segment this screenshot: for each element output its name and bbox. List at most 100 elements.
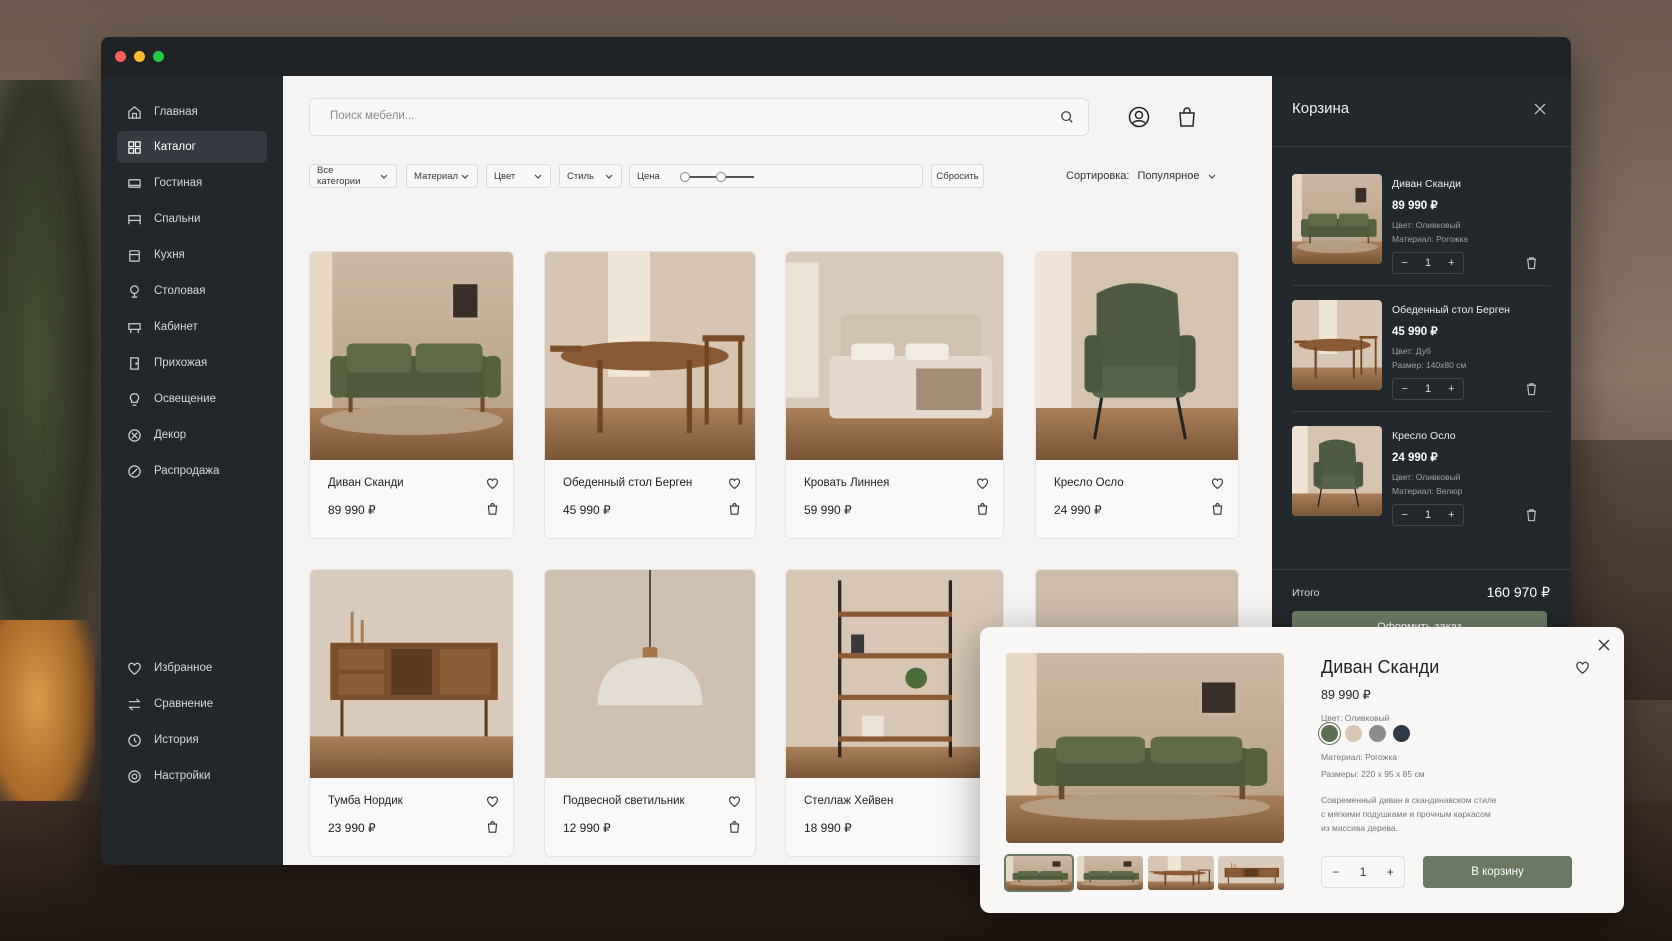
increment-button[interactable]: + — [1448, 257, 1454, 269]
close-icon[interactable] — [1598, 639, 1610, 651]
trash-icon[interactable] — [1525, 508, 1538, 522]
chevron-down-icon — [380, 174, 388, 179]
price-slider-min-handle[interactable] — [680, 172, 690, 182]
product-card[interactable]: Подвесной светильник 12 990 ₽ — [544, 569, 756, 857]
add-to-cart-button[interactable]: В корзину — [1423, 856, 1572, 888]
cart-item-image — [1292, 300, 1382, 390]
thumbnail[interactable] — [1218, 856, 1284, 890]
product-image — [786, 252, 1003, 460]
account-icon[interactable] — [1128, 106, 1150, 128]
trash-icon[interactable] — [1525, 256, 1538, 270]
product-image — [1036, 252, 1238, 460]
sidebar-item-decor[interactable]: Декор — [117, 419, 267, 451]
product-card[interactable]: Стеллаж Хейвен 18 990 ₽ — [785, 569, 1004, 857]
thumbnail[interactable] — [1004, 854, 1074, 892]
heart-icon[interactable] — [728, 795, 741, 808]
sidebar-item-favorites[interactable]: Избранное — [117, 652, 267, 684]
close-window-button[interactable] — [115, 51, 126, 62]
divider — [1272, 146, 1571, 147]
compare-icon — [128, 697, 141, 711]
sidebar-item-office[interactable]: Кабинет — [117, 311, 267, 343]
sidebar-item-label: История — [154, 734, 199, 746]
filter-label: Стиль — [567, 170, 595, 182]
sidebar-item-hallway[interactable]: Прихожая — [117, 347, 267, 379]
cart-item-color: Цвет: Дуб — [1392, 346, 1431, 356]
product-price: 45 990 ₽ — [563, 503, 611, 517]
cart-item-image — [1292, 426, 1382, 516]
heart-icon[interactable] — [976, 477, 989, 490]
add-to-cart-icon[interactable] — [1211, 502, 1224, 515]
category-filter[interactable]: Все категории — [309, 164, 397, 188]
sidebar-item-lighting[interactable]: Освещение — [117, 383, 267, 415]
add-to-cart-icon[interactable] — [486, 820, 499, 833]
product-image — [786, 570, 1003, 778]
search-input[interactable]: Поиск мебели... — [309, 98, 1089, 136]
sidebar-item-label: Кабинет — [154, 321, 198, 333]
product-card[interactable]: Тумба Нордик 23 990 ₽ — [309, 569, 514, 857]
heart-icon[interactable] — [486, 795, 499, 808]
product-card[interactable]: Кровать Линнея 59 990 ₽ — [785, 251, 1004, 539]
product-price: 23 990 ₽ — [328, 821, 376, 835]
thumbnail[interactable] — [1148, 856, 1214, 890]
minimize-window-button[interactable] — [134, 51, 145, 62]
search-icon[interactable] — [1060, 110, 1074, 124]
thumbnail[interactable] — [1077, 856, 1143, 890]
sidebar-item-history[interactable]: История — [117, 724, 267, 756]
increment-button[interactable]: + — [1448, 509, 1454, 521]
color-swatch-navy[interactable] — [1393, 725, 1410, 742]
color-swatch-olive[interactable] — [1321, 725, 1338, 742]
increment-button[interactable]: + — [1448, 383, 1454, 395]
sidebar-item-bedroom[interactable]: Спальни — [117, 203, 267, 235]
product-card[interactable]: Обеденный стол Берген 45 990 ₽ — [544, 251, 756, 539]
sort-value: Популярное — [1137, 170, 1200, 182]
add-to-cart-icon[interactable] — [976, 502, 989, 515]
add-to-cart-icon[interactable] — [486, 502, 499, 515]
sidebar-item-label: Кухня — [154, 249, 185, 261]
decrement-button[interactable]: − — [1332, 865, 1339, 879]
trash-icon[interactable] — [1525, 382, 1538, 396]
history-icon — [128, 733, 141, 747]
price-filter[interactable]: Цена — [629, 164, 923, 188]
sidebar-item-sale[interactable]: Распродажа — [117, 455, 267, 487]
divider — [1292, 285, 1550, 286]
total-value: 160 970 ₽ — [1486, 584, 1550, 600]
sidebar-item-kitchen[interactable]: Кухня — [117, 239, 267, 271]
product-card[interactable]: Диван Сканди 89 990 ₽ — [309, 251, 514, 539]
material-filter[interactable]: Материал — [406, 164, 478, 188]
close-icon[interactable] — [1533, 102, 1547, 116]
decrement-button[interactable]: − — [1402, 257, 1408, 269]
sidebar-item-settings[interactable]: Настройки — [117, 760, 267, 792]
price-slider-max-handle[interactable] — [716, 172, 726, 182]
color-filter[interactable]: Цвет — [486, 164, 551, 188]
sidebar-item-home[interactable]: Главная — [117, 96, 267, 128]
sidebar-item-catalog[interactable]: Каталог — [117, 131, 267, 163]
add-to-cart-icon[interactable] — [728, 820, 741, 833]
color-label: Цвет: Оливковый — [1321, 713, 1390, 723]
sort-dropdown[interactable]: Сортировка: Популярное — [1066, 170, 1217, 182]
sidebar-item-dining[interactable]: Столовая — [117, 275, 267, 307]
quantity-stepper[interactable]: − 1 + — [1392, 252, 1464, 274]
heart-icon[interactable] — [728, 477, 741, 490]
filter-label: Все категории — [317, 165, 361, 187]
heart-icon[interactable] — [1211, 477, 1224, 490]
increment-button[interactable]: + — [1387, 865, 1394, 879]
shopping-bag-icon[interactable] — [1176, 106, 1198, 128]
maximize-window-button[interactable] — [153, 51, 164, 62]
quantity-stepper[interactable]: − 1 + — [1321, 856, 1405, 888]
color-swatch-beige[interactable] — [1345, 725, 1362, 742]
product-card[interactable]: Кресло Осло 24 990 ₽ — [1035, 251, 1239, 539]
decrement-button[interactable]: − — [1402, 383, 1408, 395]
heart-icon[interactable] — [1575, 660, 1590, 675]
cart-item-material: Материал: Рогожка — [1392, 234, 1469, 244]
sidebar-item-living[interactable]: Гостиная — [117, 167, 267, 199]
sidebar-item-compare[interactable]: Сравнение — [117, 688, 267, 720]
decrement-button[interactable]: − — [1402, 509, 1408, 521]
quantity-stepper[interactable]: − 1 + — [1392, 504, 1464, 526]
sale-icon — [128, 464, 141, 478]
add-to-cart-icon[interactable] — [728, 502, 741, 515]
quantity-stepper[interactable]: − 1 + — [1392, 378, 1464, 400]
heart-icon[interactable] — [486, 477, 499, 490]
style-filter[interactable]: Стиль — [559, 164, 622, 188]
reset-filters-button[interactable]: Сбросить — [931, 164, 984, 188]
color-swatch-gray[interactable] — [1369, 725, 1386, 742]
